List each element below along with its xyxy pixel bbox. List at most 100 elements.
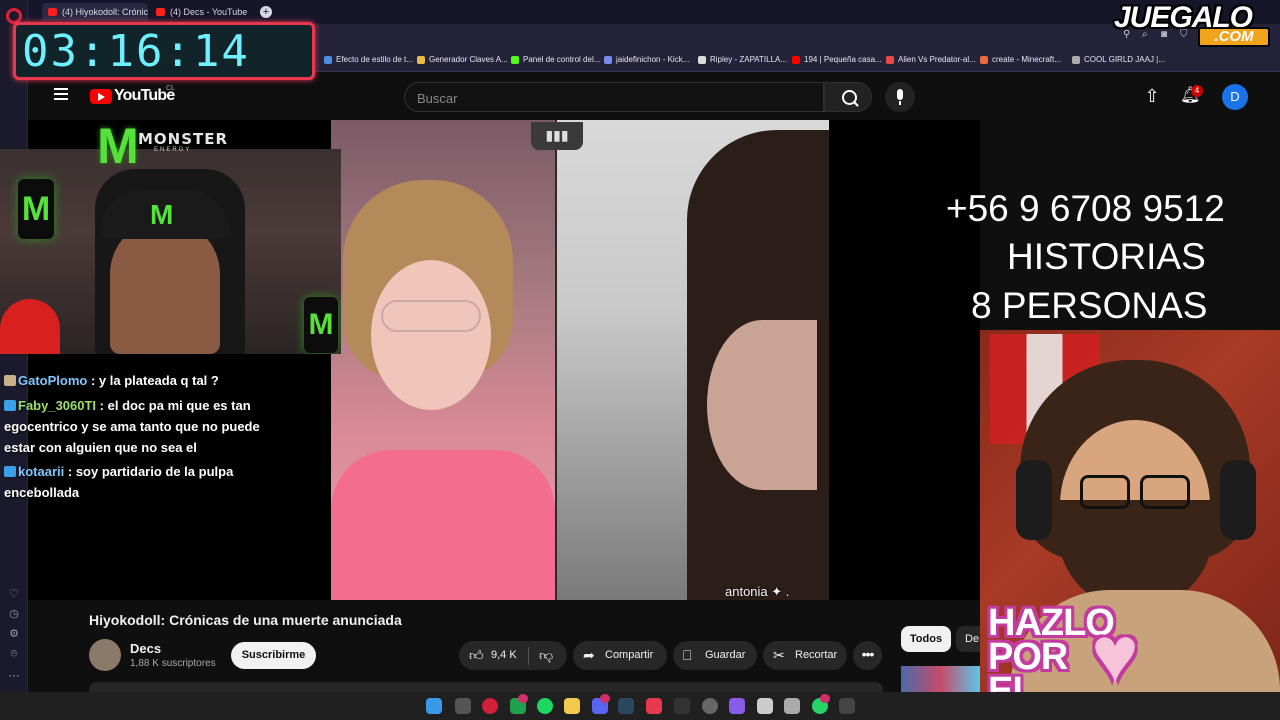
phone-number-overlay: +56 9 6708 9512 [946, 188, 1225, 229]
bookmark-item[interactable]: create - Minecraft... [980, 54, 1061, 66]
history-icon[interactable]: ◷ [8, 608, 20, 620]
share-button[interactable]: ➦ Compartir [573, 641, 667, 670]
calculator-icon[interactable] [784, 698, 800, 714]
upload-icon[interactable]: ⇧ [1144, 86, 1160, 106]
search-input[interactable]: Buscar [404, 82, 824, 112]
heart-icon: ♥ [1091, 610, 1139, 699]
bookmark-label: 194 | Pequeña casa... [804, 55, 882, 64]
location-icon[interactable]: ⌾ [8, 648, 20, 660]
scissors-icon: ✂ [773, 647, 785, 663]
bookmark-item[interactable]: Ripley - ZAPATILLA... [698, 54, 787, 66]
bookmark-favicon-icon [980, 56, 988, 64]
audio-mixer-icon[interactable] [839, 698, 855, 714]
description-box[interactable] [89, 682, 883, 692]
subscribe-button[interactable]: Suscribirme [231, 642, 316, 669]
headphones-right [1220, 460, 1256, 540]
clip-button[interactable]: ✂ Recortar [763, 641, 847, 670]
youtube-logo-icon[interactable] [90, 89, 112, 104]
bookmark-icon: ⎕ [683, 647, 692, 663]
more-icon[interactable]: ⋯ [8, 670, 20, 682]
monster-cap: M [100, 189, 230, 239]
monster-can-left: M [18, 179, 54, 239]
thumbs-up-icon: 👍︎ [469, 647, 484, 663]
notification-count-badge: 4 [1191, 85, 1203, 97]
timer-digits: 03:16:14 [22, 26, 250, 77]
opera-taskbar-icon[interactable] [482, 698, 498, 714]
heart-icon[interactable]: ♡ [8, 588, 20, 600]
windows-start-icon[interactable] [426, 698, 442, 714]
windows-taskbar [0, 692, 1280, 720]
video-title: Hiyokodoll: Crónicas de una muerte anunc… [89, 612, 402, 628]
streaming-app-icon[interactable] [646, 698, 662, 714]
chip-todos[interactable]: Todos [901, 626, 951, 652]
search-placeholder: Buscar [417, 91, 458, 106]
bookmark-item[interactable]: Alien Vs Predator-al... [886, 54, 976, 66]
related-video-thumbnail[interactable] [901, 666, 980, 692]
bookmark-item[interactable]: Efecto de estilo de t... [324, 54, 413, 66]
bookmark-item[interactable]: 194 | Pequeña casa... [792, 54, 882, 66]
new-tab-button[interactable]: + [260, 6, 272, 18]
streamer [110, 219, 220, 354]
clip-label: Recortar [795, 649, 838, 661]
chat-badge-icon [4, 375, 16, 386]
tab-decs[interactable]: (4) Decs - YouTube × [150, 3, 258, 21]
audio-levels-icon: ▮▮▮ [531, 122, 583, 150]
task-view-icon[interactable] [455, 698, 471, 714]
tab-hiyokodoll[interactable]: (4) Hiyokodoll: Crónicas d [42, 3, 148, 21]
bookmark-favicon-icon [417, 56, 425, 64]
headphones-left [1016, 460, 1052, 540]
chip-de[interactable]: De [956, 626, 980, 652]
notification-badge [820, 694, 830, 703]
bookmark-label: Generador Claves A... [429, 55, 508, 64]
person-face [371, 260, 491, 410]
juegalo-domain: .COM [1198, 27, 1270, 47]
pink-shirt [331, 450, 555, 600]
monster-can-right: M [304, 297, 338, 353]
chat-badge-icon [4, 466, 16, 477]
stream-chat: GatoPlomo : y la plateada q tal ? Faby_3… [0, 352, 290, 512]
glasses-right [1140, 475, 1190, 509]
bookmark-favicon-icon [698, 56, 706, 64]
like-count: 9,4 K [491, 649, 517, 661]
channel-name[interactable]: Decs [130, 641, 161, 656]
spotify-icon[interactable] [537, 698, 553, 714]
notification-badge [600, 694, 610, 703]
bookmark-label: Panel de control del... [523, 55, 601, 64]
bookmark-favicon-icon [1072, 56, 1080, 64]
chat-message: kotaarii : soy partidario de la pulpa en… [4, 461, 286, 503]
search-button[interactable] [824, 82, 872, 112]
screen: ♡ ◷ ⚙ ⌾ ⋯ (4) Hiyokodoll: Crónicas d (4)… [0, 0, 1280, 720]
bookmark-favicon-icon [792, 56, 800, 64]
save-button[interactable]: ⎕ Guardar [673, 641, 757, 670]
app-icon[interactable] [729, 698, 745, 714]
steam-icon[interactable] [618, 698, 634, 714]
video-frame-left [331, 120, 555, 600]
country-code: CL [166, 85, 175, 92]
app-icon[interactable] [757, 698, 773, 714]
video-frame-right [557, 120, 829, 600]
share-label: Compartir [605, 649, 654, 661]
menu-icon[interactable] [54, 88, 68, 100]
channel-avatar[interactable] [89, 639, 121, 671]
dislike-button[interactable]: 👎︎ [529, 641, 567, 670]
thumbs-down-icon: 👎︎ [539, 647, 554, 663]
more-actions-button[interactable]: ••• [853, 641, 882, 670]
bookmark-item[interactable]: Generador Claves A... [417, 54, 508, 66]
file-explorer-icon[interactable] [564, 698, 580, 714]
obs-icon[interactable] [674, 698, 690, 714]
monster-claw-icon: M [97, 118, 139, 174]
bookmark-item[interactable]: Panel de control del... [511, 54, 600, 66]
youtube-favicon-icon [156, 8, 165, 16]
settings-icon[interactable]: ⚙ [8, 628, 20, 640]
bookmark-favicon-icon [604, 56, 612, 64]
monster-brand-sub: ENERGY [154, 147, 192, 153]
app-icon[interactable] [702, 698, 718, 714]
account-avatar[interactable]: D [1222, 84, 1248, 110]
voice-search-button[interactable] [885, 82, 915, 112]
chat-message: Faby_3060TI : el doc pa mi que es tan eg… [4, 395, 286, 458]
chat-text: : y la plateada q tal ? [90, 373, 219, 388]
notification-badge [518, 694, 528, 703]
chat-username: kotaarii [18, 464, 65, 479]
bookmark-item[interactable]: jaidefinichon - Kick... [604, 54, 689, 66]
bookmark-item[interactable]: COOL GIRLD JAAJ |... [1072, 54, 1165, 66]
